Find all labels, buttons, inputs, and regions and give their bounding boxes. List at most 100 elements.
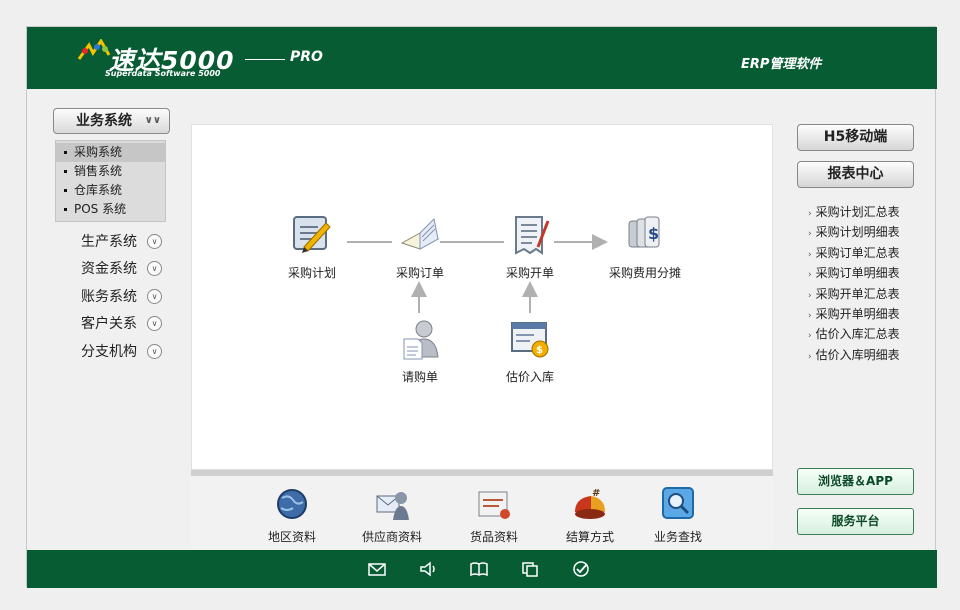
- side-system-label: 资金系统: [81, 261, 137, 277]
- footer-bar: [27, 550, 937, 588]
- submenu-item-purchase[interactable]: 采购系统: [56, 143, 165, 162]
- chevron-right-icon: ›: [808, 249, 812, 260]
- globe-icon: [277, 489, 307, 519]
- bottom-item-label: 供应商资料: [361, 530, 422, 544]
- chevron-right-icon: ›: [808, 229, 812, 240]
- app-window: 速达5000 PRO Superdata Software 5000 ERP管理…: [26, 26, 937, 588]
- report-label: 采购计划明细表: [815, 225, 900, 240]
- request-person-icon: [403, 320, 439, 360]
- submenu-item-sales[interactable]: 销售系统: [56, 162, 165, 181]
- bottom-item-label: 结算方式: [565, 530, 614, 544]
- report-label: 采购开单明细表: [815, 306, 900, 321]
- search-icon: [662, 487, 694, 519]
- book-icon[interactable]: [469, 560, 489, 578]
- bottom-item-label: 地区资料: [267, 530, 316, 544]
- bottom-item-goods[interactable]: 货品资料: [461, 486, 527, 545]
- business-system-label: 业务系统: [76, 113, 132, 129]
- supplier-icon: [376, 492, 409, 520]
- chevron-right-icon: ›: [808, 209, 812, 219]
- header: 速达5000 PRO Superdata Software 5000 ERP管理…: [27, 27, 937, 89]
- basic-data-bar: 地区资料 供应商资料 货品资料 # 结算方式 业务查找: [191, 476, 773, 550]
- receipt-icon: [515, 216, 550, 255]
- report-link[interactable]: › 估价入库明细表: [808, 345, 918, 365]
- valuation-stock-icon: $: [511, 322, 549, 358]
- side-system-crm[interactable]: 客户关系 ∨: [81, 314, 171, 334]
- logo-dash: [245, 59, 285, 60]
- submenu-item-pos[interactable]: POS 系统: [56, 200, 165, 219]
- bottom-item-region[interactable]: 地区资料: [257, 486, 327, 545]
- report-link[interactable]: › 估价入库汇总表: [808, 324, 918, 344]
- plan-icon: [293, 216, 331, 253]
- report-link[interactable]: › 采购开单汇总表: [808, 284, 918, 304]
- flow-node-label: 采购开单: [505, 266, 554, 280]
- side-system-label: 生产系统: [81, 234, 137, 250]
- business-system-button[interactable]: 业务系统 ∨∨: [53, 108, 170, 134]
- chevron-right-icon: ›: [808, 351, 812, 362]
- flow-node-label: 采购计划: [287, 266, 336, 280]
- svg-text:$: $: [648, 224, 659, 243]
- logo: 速达5000 PRO Superdata Software 5000: [75, 37, 325, 83]
- report-link[interactable]: › 采购订单明细表: [808, 263, 918, 283]
- side-system-label: 分支机构: [81, 344, 137, 360]
- report-label: 采购订单明细表: [815, 266, 900, 281]
- chevron-right-icon: ›: [808, 270, 812, 281]
- bottom-item-supplier[interactable]: 供应商资料: [355, 486, 429, 545]
- chevron-double-down-icon: ∨∨: [144, 115, 161, 126]
- bottom-item-label: 业务查找: [653, 530, 702, 544]
- side-system-label: 客户关系: [81, 316, 137, 332]
- bottom-item-settlement[interactable]: # 结算方式: [555, 486, 625, 545]
- report-link[interactable]: › 采购计划汇总表: [808, 202, 918, 222]
- side-system-accounting[interactable]: 账务系统 ∨: [81, 287, 171, 307]
- report-list: › 采购计划汇总表 › 采购计划明细表 › 采购订单汇总表 › 采购订单明细表 › 采购开…: [808, 202, 918, 365]
- report-label: 估价入库明细表: [815, 347, 900, 362]
- report-label: 采购开单汇总表: [815, 286, 900, 301]
- speaker-icon[interactable]: [418, 560, 438, 578]
- bottom-item-label: 货品资料: [469, 530, 518, 544]
- side-system-branch[interactable]: 分支机构 ∨: [81, 342, 171, 362]
- service-platform-button[interactable]: 服务平台: [797, 508, 914, 535]
- report-center-button[interactable]: 报表中心: [797, 161, 914, 188]
- side-system-production[interactable]: 生产系统 ∨: [81, 232, 171, 252]
- h5-mobile-button[interactable]: H5移动端: [797, 124, 914, 151]
- report-label: 估价入库汇总表: [815, 327, 900, 342]
- flow-node-label: 请购单: [401, 370, 438, 384]
- chevron-right-icon: ›: [808, 331, 812, 342]
- flow-node-purchase-request[interactable]: 请购单: [388, 317, 452, 385]
- flow-node-purchase-receipt[interactable]: 采购开单: [498, 213, 562, 281]
- svg-text:$: $: [536, 345, 543, 356]
- flow-node-label: 估价入库: [505, 370, 554, 384]
- browser-app-button[interactable]: 浏览器＆APP: [797, 468, 914, 495]
- report-label: 采购订单汇总表: [815, 245, 900, 260]
- order-book-icon: [400, 217, 440, 250]
- bottom-item-business-search[interactable]: 业务查找: [643, 486, 713, 545]
- expand-circle-icon: ∨: [147, 289, 162, 304]
- side-system-funds[interactable]: 资金系统 ∨: [81, 259, 171, 279]
- report-link[interactable]: › 采购计划明细表: [808, 222, 918, 242]
- product-label: ERP管理软件: [741, 57, 822, 72]
- mail-icon[interactable]: [367, 560, 387, 578]
- goods-icon: [478, 491, 510, 519]
- expand-circle-icon: ∨: [147, 261, 162, 276]
- chevron-right-icon: ›: [808, 290, 812, 301]
- report-link[interactable]: › 采购开单明细表: [808, 304, 918, 324]
- flow-node-label: 采购订单: [395, 266, 444, 280]
- check-icon[interactable]: [571, 560, 591, 578]
- cost-allocation-icon: $: [628, 216, 660, 248]
- edition-label: PRO: [290, 49, 323, 65]
- copy-icon[interactable]: [520, 560, 540, 578]
- flow-node-cost-allocation[interactable]: $ 采购费用分摊: [600, 213, 690, 281]
- flow-node-valuation-stock[interactable]: $ 估价入库: [498, 317, 562, 385]
- report-label: 采购计划汇总表: [815, 205, 900, 219]
- flow-node-label: 采购费用分摊: [608, 266, 681, 280]
- brand-subtitle: Superdata Software 5000: [105, 69, 221, 78]
- submenu-item-warehouse[interactable]: 仓库系统: [56, 181, 165, 200]
- svg-text:#: #: [592, 488, 600, 499]
- flow-node-purchase-order[interactable]: 采购订单: [388, 213, 452, 281]
- side-system-label: 账务系统: [81, 289, 137, 305]
- report-link[interactable]: › 采购订单汇总表: [808, 243, 918, 263]
- purchase-flow-panel: 采购计划 采购订单 采购开单 $ 采购费用分摊 请购单 $ 估价入库: [191, 124, 773, 470]
- expand-circle-icon: ∨: [147, 344, 162, 359]
- flow-node-purchase-plan[interactable]: 采购计划: [280, 213, 344, 281]
- flow-arrows: [347, 234, 608, 313]
- expand-circle-icon: ∨: [147, 316, 162, 331]
